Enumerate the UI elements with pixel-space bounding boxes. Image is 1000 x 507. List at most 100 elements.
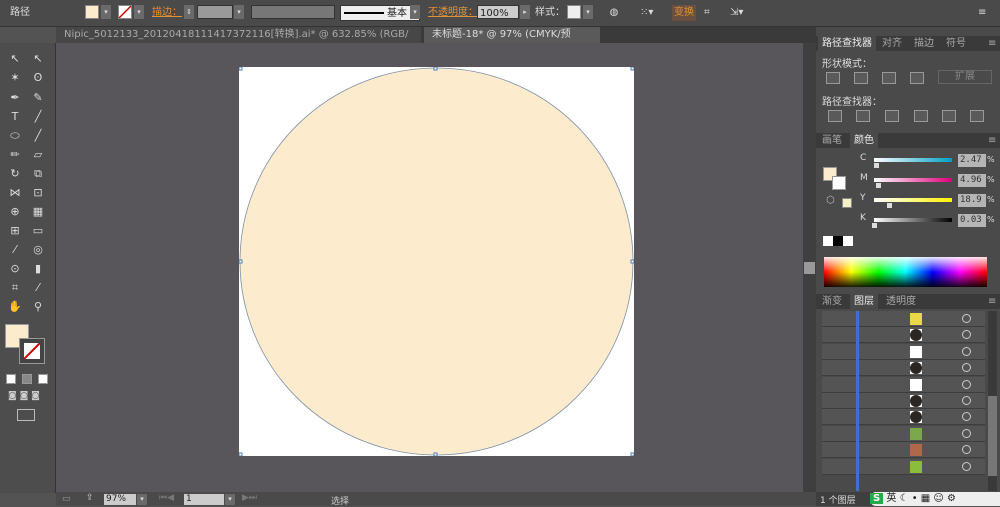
type-tool-icon[interactable]: T [7,109,23,125]
opacity-dropdown[interactable]: ▸ [520,5,530,19]
layer-row[interactable] [822,425,985,442]
expand-button[interactable]: 扩展 [938,70,992,84]
crop-icon[interactable] [914,110,928,122]
page-dropdown[interactable]: ▾ [225,494,235,505]
opacity-label[interactable]: 不透明度： [428,5,478,21]
gamut-swatch[interactable] [842,198,852,208]
tab-brushes[interactable]: 画笔 [818,133,846,148]
artboard-nav-icon[interactable]: ▭ [62,494,71,504]
target-icon[interactable] [962,461,971,471]
outline-icon[interactable] [942,110,956,122]
merge-icon[interactable] [885,110,899,122]
target-icon[interactable] [962,330,971,340]
panel-menu-icon[interactable]: ≡ [984,294,1000,309]
style-dropdown[interactable]: ▾ [583,5,593,19]
target-icon[interactable] [962,379,971,389]
pencil-icon[interactable]: ✏ [7,147,23,163]
tab-align[interactable]: 对齐 [878,36,906,51]
tab-document-1[interactable]: Nipic_5012133_20120418111417372116[转换].a… [56,27,421,56]
target-icon[interactable] [962,396,971,405]
slider-handle[interactable] [875,183,881,188]
target-icon[interactable] [962,314,971,323]
eyedropper-icon[interactable]: ⁄ [7,242,23,258]
align-options-icon[interactable]: ⁙▾ [640,5,653,21]
paintbrush-icon[interactable]: ╱ [30,128,46,144]
zoom-field[interactable]: 97% [104,494,136,505]
opacity-field[interactable]: 100% [477,5,519,19]
tab-document-2[interactable]: 未标题-18* @ 97% (CMYK/预览)× [424,27,600,56]
brush-definition[interactable]: 基本 [340,5,420,21]
white-swatch[interactable] [843,236,853,246]
exclude-icon[interactable] [910,72,924,84]
circle-shape[interactable] [239,67,634,456]
color-spectrum[interactable] [824,257,987,287]
curvature-tool-icon[interactable]: ✎ [30,90,46,106]
canvas[interactable] [56,43,803,492]
layer-row[interactable] [822,343,985,360]
tab-transparency[interactable]: 透明度 [882,294,920,309]
zoom-tool-icon[interactable]: ⚲ [30,299,46,315]
layer-row[interactable] [822,311,985,327]
target-icon[interactable] [962,363,971,373]
target-icon[interactable] [962,346,971,356]
eraser-icon[interactable]: ▱ [30,147,46,163]
channel-value-C[interactable]: 2.47 [958,154,986,167]
layer-row[interactable] [822,327,985,344]
variable-width-profile[interactable] [251,5,335,19]
ime-mode-label[interactable]: 英 [886,493,896,504]
slider-handle[interactable] [872,223,878,228]
layer-row[interactable] [822,442,985,459]
share-icon[interactable]: ⇪ [86,493,94,503]
tab-color[interactable]: 颜色 [850,133,878,148]
trim-icon[interactable] [856,110,870,122]
layer-row[interactable] [822,376,985,393]
target-icon[interactable] [962,445,971,455]
slider-handle[interactable] [873,163,879,168]
tab-pathfinder[interactable]: 路径查找器 [818,36,876,51]
channel-value-K[interactable]: 0.03 [958,214,986,227]
channel-slider-M[interactable] [874,178,952,182]
shape-builder-icon[interactable]: ⊕ [7,204,23,220]
tab-stroke[interactable]: 描边 [910,36,938,51]
selection-tool-icon[interactable]: ↖ [7,51,23,67]
ime-toolbar[interactable]: S 英 ☾ • ▦ ☺ ⚙ [870,492,1000,506]
layer-row[interactable] [822,393,985,409]
tab-gradient[interactable]: 渐变 [818,294,846,309]
isolate-icon[interactable]: ⌗ [704,5,710,21]
fill-swatch[interactable] [85,5,99,19]
panel-menu-icon[interactable]: ≡ [978,5,986,21]
scale-icon[interactable]: ⧉ [30,166,46,182]
target-icon[interactable] [962,412,971,422]
ellipse-tool-icon[interactable]: ⬭ [7,128,23,144]
gradient-mode-icon[interactable] [22,374,32,384]
unite-icon[interactable] [826,72,840,84]
screen-mode-icon[interactable] [17,409,35,421]
blend-icon[interactable]: ◎ [30,242,46,258]
next-artboard-icon[interactable]: ▶⏭ [242,493,257,503]
stroke-swatch[interactable] [118,5,132,19]
minus-front-icon[interactable] [854,72,868,84]
slice-tool-icon[interactable]: ⁄ [30,280,46,296]
tab-symbols[interactable]: 符号 [942,36,970,51]
intersect-icon[interactable] [882,72,896,84]
select-similar-icon[interactable]: ⇲▾ [730,5,743,21]
scroll-thumb[interactable] [804,262,815,274]
stroke-weight-dropdown[interactable]: ▾ [234,5,244,19]
page-field[interactable]: 1 [184,494,224,505]
artboard-tool-icon[interactable]: ⌗ [7,280,23,296]
tab-layers[interactable]: 图层 [850,294,878,309]
stroke-label[interactable]: 描边： [152,5,182,21]
brush-dropdown[interactable]: ▾ [410,5,420,19]
divide-icon[interactable] [828,110,842,122]
recolor-icon[interactable]: ◍ [607,5,621,21]
none-mode-icon[interactable] [38,374,48,384]
stroke-weight-field[interactable] [197,5,233,19]
color-mode-icon[interactable] [6,374,16,384]
stroke-dropdown[interactable]: ▾ [134,5,144,19]
slider-handle[interactable] [886,203,892,208]
magic-wand-icon[interactable]: ✶ [7,70,23,86]
channel-slider-K[interactable] [874,218,952,222]
width-tool-icon[interactable]: ⋈ [7,185,23,201]
layer-row[interactable] [822,360,985,377]
hand-tool-icon[interactable]: ✋ [7,299,23,315]
